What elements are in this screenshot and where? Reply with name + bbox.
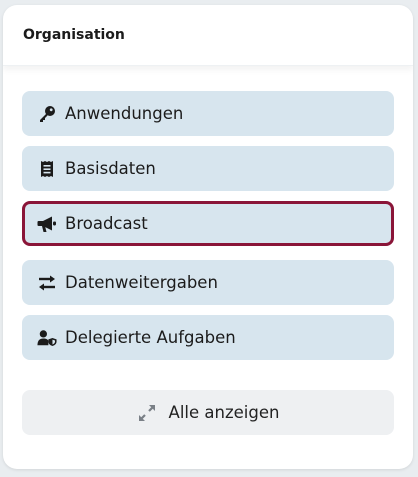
nav-item-broadcast[interactable]: Broadcast <box>22 201 394 246</box>
card-header: Organisation <box>3 5 413 66</box>
card-title: Organisation <box>23 27 125 43</box>
expand-arrows-icon <box>137 403 157 423</box>
nav-item-label: Delegierte Aufgaben <box>65 328 236 347</box>
nav-item-label: Datenweitergaben <box>65 273 218 292</box>
show-all-button[interactable]: Alle anzeigen <box>22 390 394 435</box>
user-shield-icon <box>37 328 57 348</box>
key-icon <box>37 104 57 124</box>
nav-item-datenweitergaben[interactable]: Datenweitergaben <box>22 260 394 305</box>
receipt-icon <box>37 159 57 179</box>
nav-item-label: Basisdaten <box>65 159 156 178</box>
organisation-card: Organisation Anwendungen Basisdaten Broa… <box>3 5 413 469</box>
megaphone-icon <box>37 214 57 234</box>
nav-item-basisdaten[interactable]: Basisdaten <box>22 146 394 191</box>
show-all-label: Alle anzeigen <box>168 403 280 422</box>
nav-item-anwendungen[interactable]: Anwendungen <box>22 91 394 136</box>
exchange-arrows-icon <box>37 273 57 293</box>
nav-item-delegierte-aufgaben[interactable]: Delegierte Aufgaben <box>22 315 394 360</box>
nav-item-label: Anwendungen <box>65 104 184 123</box>
nav-item-label: Broadcast <box>65 214 148 233</box>
